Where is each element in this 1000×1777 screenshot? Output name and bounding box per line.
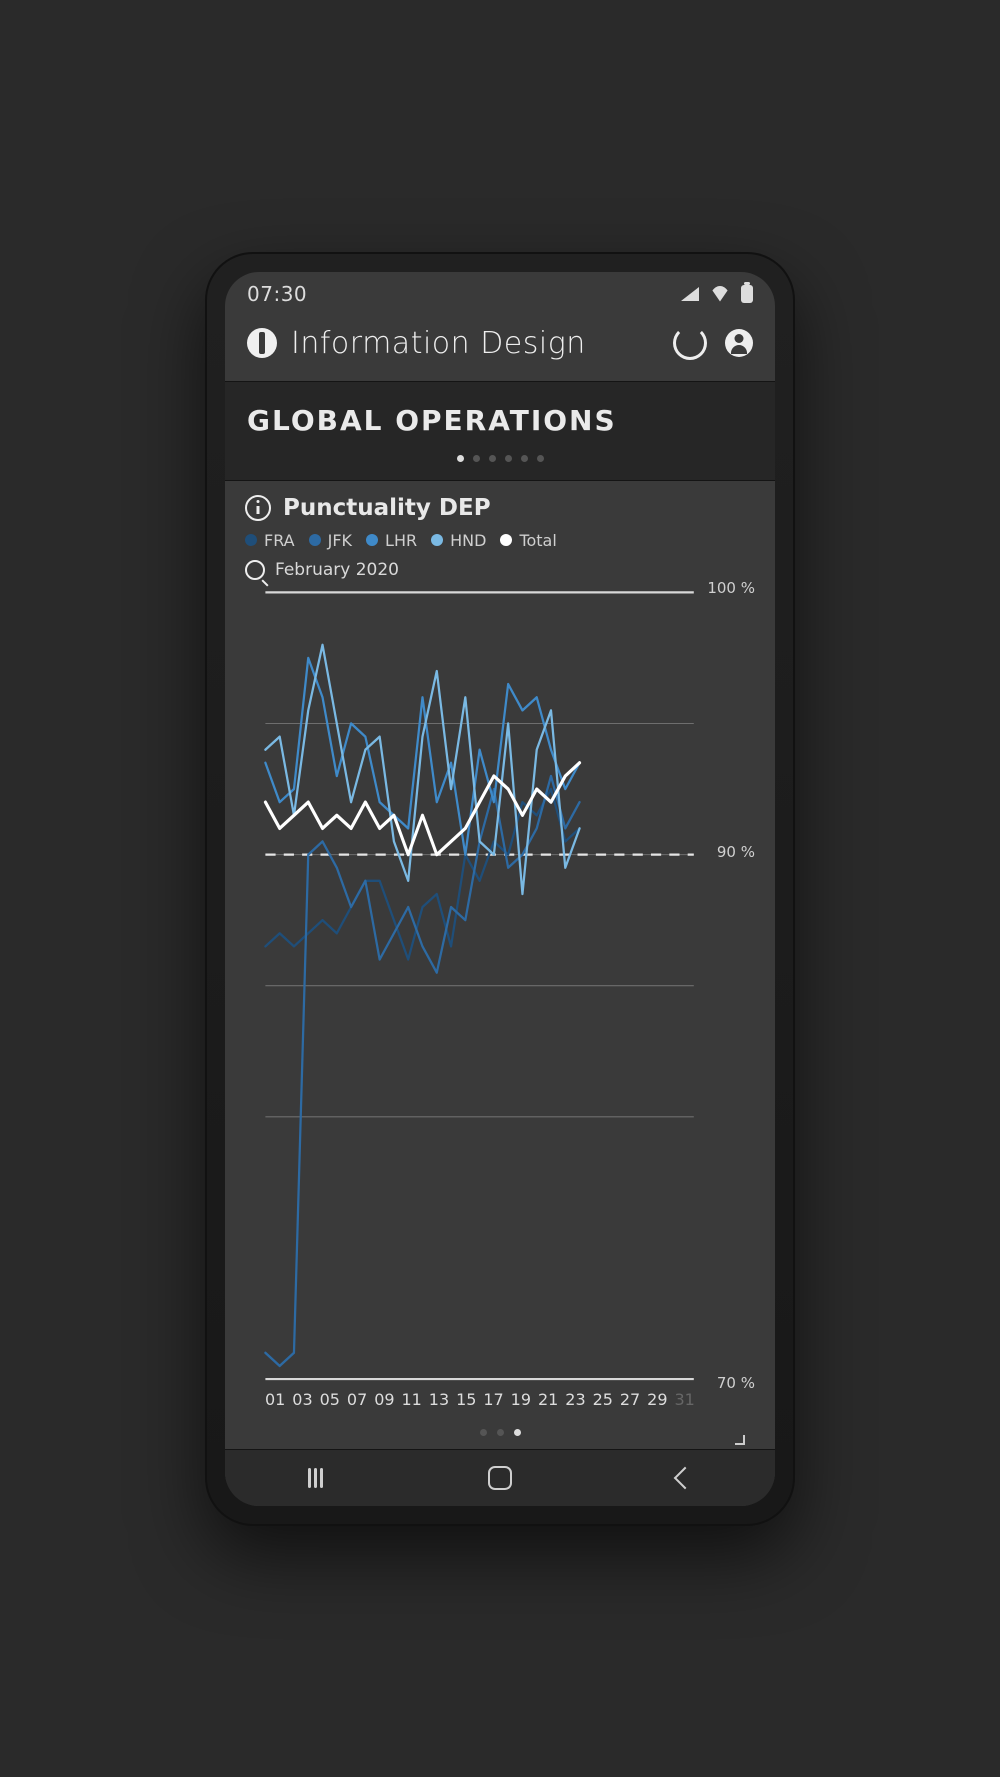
home-button[interactable] (488, 1466, 512, 1490)
section-page-dot[interactable] (521, 455, 528, 462)
chart-x-tick-label: 21 (538, 1390, 558, 1409)
section-page-dot[interactable] (489, 455, 496, 462)
legend-label: FRA (264, 531, 295, 550)
chart-x-tick-label: 03 (292, 1390, 312, 1409)
chart-y-labels: 100 %90 %70 % (705, 588, 755, 1383)
chart-x-tick-label: 19 (511, 1390, 531, 1409)
chart-x-tick-label: 07 (347, 1390, 367, 1409)
battery-icon (741, 285, 753, 303)
chart-y-tick-label: 90 % (717, 843, 755, 861)
legend-swatch-icon (366, 534, 378, 546)
legend-swatch-icon (309, 534, 321, 546)
section-banner: GLOBAL OPERATIONS (225, 381, 775, 481)
chart-x-tick-label: 15 (456, 1390, 476, 1409)
android-nav-bar (225, 1449, 775, 1506)
chart-x-tick-label: 27 (620, 1390, 640, 1409)
section-page-dot[interactable] (537, 455, 544, 462)
chart-x-tick-label: 17 (483, 1390, 503, 1409)
cellular-icon (681, 287, 699, 301)
app-title: Information Design (291, 326, 586, 361)
chart-x-tick-label: 01 (265, 1390, 285, 1409)
search-icon (245, 560, 265, 580)
chart-x-tick-label: 13 (429, 1390, 449, 1409)
phone-frame: 07:30 Information Design (205, 252, 795, 1526)
card-period-label: February 2020 (275, 560, 399, 580)
card-page-dot[interactable] (514, 1429, 521, 1436)
punctuality-card: Punctuality DEP FRA JFK LHR HND Total Februa… (225, 481, 775, 1449)
section-page-dot[interactable] (505, 455, 512, 462)
brand-block[interactable]: Information Design (247, 326, 586, 361)
card-period-row[interactable]: February 2020 (245, 560, 755, 580)
legend-swatch-icon (245, 534, 257, 546)
chart-x-tick-label: 05 (320, 1390, 340, 1409)
legend-item[interactable]: HND (431, 531, 486, 550)
legend-item[interactable]: JFK (309, 531, 352, 550)
card-page-dots[interactable] (245, 1423, 755, 1438)
legend-swatch-icon (500, 534, 512, 546)
brand-logo-icon (247, 328, 277, 358)
chart-x-labels: 01 03 05 07 09 11 13 15 17 19 21 23 25 27 29 31 (265, 1390, 695, 1409)
header-actions (673, 326, 753, 360)
card-title: Punctuality DEP (283, 495, 491, 521)
section-title: GLOBAL OPERATIONS (247, 404, 753, 437)
back-button[interactable] (673, 1466, 696, 1489)
chart-x-tick-label: 11 (401, 1390, 421, 1409)
app-screen: 07:30 Information Design (225, 272, 775, 1506)
legend-swatch-icon (431, 534, 443, 546)
status-time: 07:30 (247, 282, 307, 306)
legend-label: JFK (328, 531, 352, 550)
info-icon[interactable] (245, 495, 271, 521)
chart-x-tick-label: 09 (374, 1390, 394, 1409)
line-chart[interactable]: 100 %90 %70 % 01 03 05 07 09 11 13 15 17 19 21 23 25… (245, 588, 755, 1423)
card-page-dot[interactable] (497, 1429, 504, 1436)
user-account-icon[interactable] (725, 329, 753, 357)
chart-legend: FRA JFK LHR HND Total (245, 531, 755, 550)
app-header: Information Design (225, 316, 775, 381)
chart-x-tick-label: 29 (647, 1390, 667, 1409)
status-bar: 07:30 (225, 272, 775, 316)
legend-item[interactable]: FRA (245, 531, 295, 550)
chart-x-tick-label: 25 (593, 1390, 613, 1409)
chart-y-tick-label: 100 % (707, 579, 755, 597)
chart-x-tick-label: 23 (565, 1390, 585, 1409)
status-system-icons (681, 285, 753, 303)
section-page-dot[interactable] (473, 455, 480, 462)
chart-y-tick-label: 70 % (717, 1374, 755, 1392)
recents-button[interactable] (308, 1468, 323, 1488)
section-page-dot[interactable] (457, 455, 464, 462)
wifi-icon (709, 286, 731, 302)
legend-label: Total (519, 531, 556, 550)
expand-icon[interactable] (729, 1429, 745, 1445)
card-page-dot[interactable] (480, 1429, 487, 1436)
chart-x-tick-label: 31 (674, 1390, 694, 1409)
section-page-dots[interactable] (247, 437, 753, 472)
legend-label: LHR (385, 531, 417, 550)
legend-item[interactable]: LHR (366, 531, 417, 550)
legend-item[interactable]: Total (500, 531, 556, 550)
legend-label: HND (450, 531, 486, 550)
loading-spinner-icon[interactable] (673, 326, 707, 360)
